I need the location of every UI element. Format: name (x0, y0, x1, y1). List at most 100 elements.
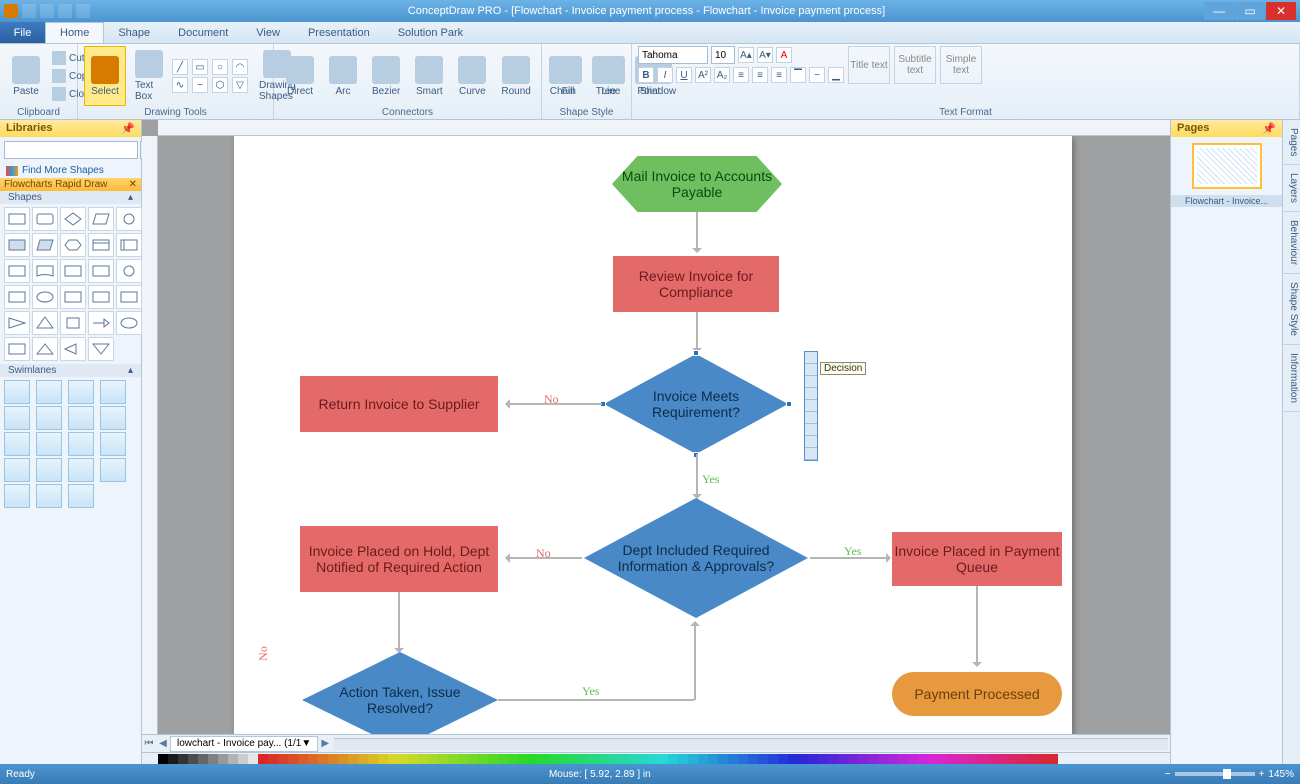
page-tab[interactable]: lowchart - Invoice pay... (1/1 ▼ (170, 736, 318, 752)
shape-29[interactable] (88, 337, 114, 361)
tool-8[interactable]: ▽ (232, 77, 248, 93)
swim-3[interactable] (68, 380, 94, 404)
node-start[interactable]: Mail Invoice to Accounts Payable (612, 156, 782, 212)
swim-7[interactable] (68, 406, 94, 430)
conn-smart[interactable]: Smart (409, 46, 449, 106)
shape-18[interactable] (60, 285, 86, 309)
italic-icon[interactable]: I (657, 67, 673, 83)
tab-solution-park[interactable]: Solution Park (384, 22, 477, 43)
node-hold[interactable]: Invoice Placed on Hold, Dept Notified of… (300, 526, 498, 592)
shrink-font-icon[interactable]: A▾ (757, 47, 773, 63)
valign-top-icon[interactable]: ▔ (790, 67, 806, 83)
font-color-icon[interactable]: A (776, 47, 792, 63)
shape-13[interactable] (60, 259, 86, 283)
bold-icon[interactable]: B (638, 67, 654, 83)
canvas[interactable]: Mail Invoice to Accounts Payable Review … (158, 136, 1170, 734)
swim-16[interactable] (100, 458, 126, 482)
shape-process[interactable] (4, 207, 30, 231)
file-tab[interactable]: File (0, 22, 45, 43)
line-tool[interactable]: ╱ (172, 59, 188, 75)
sidetab-information[interactable]: Information (1283, 345, 1300, 412)
library-search-input[interactable] (4, 141, 138, 159)
conn-arc[interactable]: Arc (323, 46, 363, 106)
ellipse-tool[interactable]: ○ (212, 59, 228, 75)
swim-18[interactable] (36, 484, 62, 508)
valign-bot-icon[interactable]: ▁ (828, 67, 844, 83)
shape-28[interactable] (60, 337, 86, 361)
node-decision-3[interactable]: Action Taken, Issue Resolved? (302, 652, 498, 734)
shape-decision[interactable] (60, 207, 86, 231)
qa-save-icon[interactable] (22, 4, 36, 18)
quick-shape-toolbar[interactable] (804, 351, 818, 461)
style-subtitle[interactable]: Subtitle text (894, 46, 936, 84)
qa-undo-icon[interactable] (40, 4, 54, 18)
swim-1[interactable] (4, 380, 30, 404)
horizontal-scrollbar[interactable] (334, 738, 1168, 750)
fill-button[interactable]: Fill (548, 46, 588, 106)
shape-15[interactable] (116, 259, 142, 283)
swim-12[interactable] (100, 432, 126, 456)
conn-curve[interactable]: Curve (452, 46, 492, 106)
sub-icon[interactable]: A₂ (714, 67, 730, 83)
library-name[interactable]: Flowcharts Rapid Draw (4, 179, 107, 190)
shape-alt-process[interactable] (32, 207, 58, 231)
tab-document[interactable]: Document (164, 22, 242, 43)
shape-16[interactable] (4, 285, 30, 309)
line-button[interactable]: Line (591, 46, 631, 106)
shape-10[interactable] (116, 233, 142, 257)
swimlanes-section[interactable]: Swimlanes (8, 365, 56, 376)
node-decision-2[interactable]: Dept Included Required Information & App… (584, 498, 808, 618)
align-left-icon[interactable]: ≡ (733, 67, 749, 83)
page-prev[interactable]: ◀ (156, 738, 170, 749)
align-center-icon[interactable]: ≡ (752, 67, 768, 83)
curve-tool[interactable]: ~ (192, 77, 208, 93)
sidetab-behaviour[interactable]: Behaviour (1283, 212, 1300, 274)
swim-19[interactable] (68, 484, 94, 508)
underline-icon[interactable]: U (676, 67, 692, 83)
style-title[interactable]: Title text (848, 46, 890, 84)
shape-6[interactable] (4, 233, 30, 257)
swim-14[interactable] (36, 458, 62, 482)
tab-home[interactable]: Home (45, 22, 104, 43)
minimize-button[interactable]: — (1204, 2, 1234, 20)
shape-17[interactable] (32, 285, 58, 309)
shape-21[interactable] (4, 311, 30, 335)
shape-25[interactable] (116, 311, 142, 335)
close-button[interactable]: ✕ (1266, 2, 1296, 20)
qa-redo-icon[interactable] (58, 4, 72, 18)
rect-tool[interactable]: ▭ (192, 59, 208, 75)
style-simple[interactable]: Simple text (940, 46, 982, 84)
shape-data[interactable] (88, 207, 114, 231)
pin-icon[interactable]: 📌 (121, 122, 135, 135)
node-decision-1[interactable]: Invoice Meets Requirement? (604, 354, 788, 454)
conn-direct[interactable]: Direct (280, 46, 320, 106)
swim-15[interactable] (68, 458, 94, 482)
swim-5[interactable] (4, 406, 30, 430)
selection-handle[interactable] (693, 350, 699, 356)
conn-round[interactable]: Round (495, 46, 536, 106)
shape-8[interactable] (60, 233, 86, 257)
paste-button[interactable]: Paste (6, 46, 46, 106)
library-close-icon[interactable]: ✕ (129, 179, 137, 190)
shape-24[interactable] (88, 311, 114, 335)
shape-23[interactable] (60, 311, 86, 335)
arc-tool[interactable]: ◠ (232, 59, 248, 75)
swim-11[interactable] (68, 432, 94, 456)
shape-12[interactable] (32, 259, 58, 283)
shape-22[interactable] (32, 311, 58, 335)
shapes-section[interactable]: Shapes (8, 192, 42, 203)
select-tool[interactable]: Select (84, 46, 126, 106)
node-queue[interactable]: Invoice Placed in Payment Queue (892, 532, 1062, 586)
tab-presentation[interactable]: Presentation (294, 22, 384, 43)
swim-6[interactable] (36, 406, 62, 430)
selection-handle[interactable] (786, 401, 792, 407)
super-icon[interactable]: A² (695, 67, 711, 83)
maximize-button[interactable]: ▭ (1235, 2, 1265, 20)
page-thumbnail[interactable] (1192, 143, 1262, 189)
swim-2[interactable] (36, 380, 62, 404)
node-return[interactable]: Return Invoice to Supplier (300, 376, 498, 432)
collapse-icon-2[interactable]: ▴ (128, 365, 133, 376)
shape-connector[interactable] (116, 207, 142, 231)
textbox-tool[interactable]: Text Box (129, 46, 169, 106)
zoom-out-icon[interactable]: − (1165, 769, 1171, 780)
